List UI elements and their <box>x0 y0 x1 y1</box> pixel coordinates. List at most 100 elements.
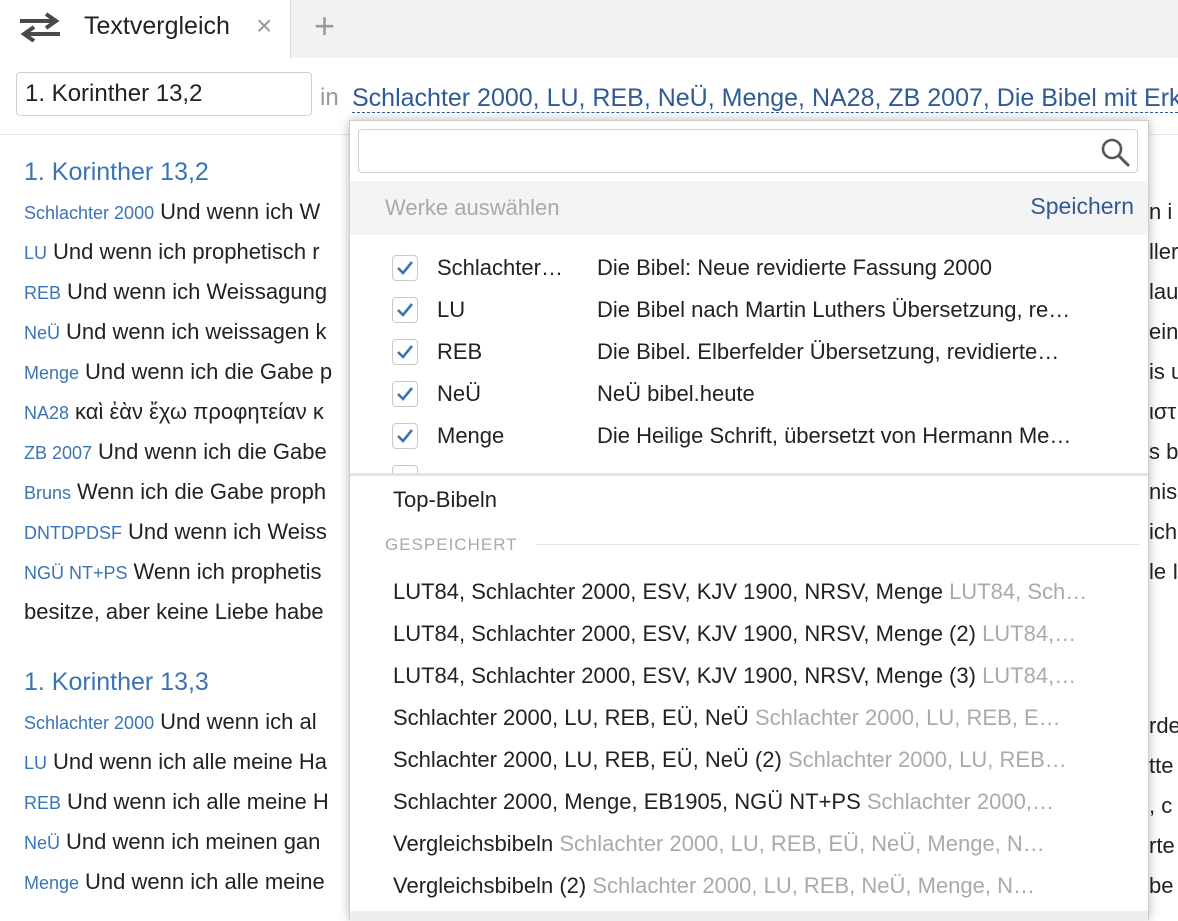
saved-set-detail: Schlachter 2000, LU, REB, E… <box>754 705 1061 730</box>
verse-abbr[interactable]: Menge <box>24 363 79 383</box>
check-icon <box>397 345 414 359</box>
work-abbr: NeÜ <box>437 381 482 406</box>
saved-set-item[interactable]: Schlachter 2000, LU, REB, EÜ, NeÜ (2) Sc… <box>393 747 1120 789</box>
verse-text: καὶ ἐὰν ἔχω προφητείαν κ <box>75 399 324 424</box>
add-tab-icon[interactable]: + <box>314 8 335 44</box>
verse-abbr[interactable]: Schlachter 2000 <box>24 203 154 223</box>
verse-abbr[interactable]: LU <box>24 243 47 263</box>
verse-abbr[interactable]: DNTDPDSF <box>24 523 122 543</box>
selected-works-list: Schlachter… Die Bibel: Neue revidierte F… <box>350 235 1148 476</box>
saved-set-detail: Schlachter 2000, LU, REB, NeÜ, Menge, N… <box>592 873 1036 898</box>
select-works-title: Werke auswählen <box>385 195 560 220</box>
saved-set-detail: Schlachter 2000, LU, REB… <box>787 747 1067 772</box>
fragment: rde <box>1149 713 1178 738</box>
work-row[interactable]: REB Die Bibel. Elberfelder Übersetzung, … <box>350 331 1148 373</box>
work-row[interactable]: LU Die Bibel nach Martin Luthers Überset… <box>350 289 1148 331</box>
verse-abbr[interactable]: REB <box>24 793 61 813</box>
fragment: , c <box>1149 793 1173 818</box>
fragment: ller <box>1149 239 1178 264</box>
saved-set-item[interactable]: Vergleichsbibeln (2) Schlachter 2000, LU… <box>393 873 1120 915</box>
saved-set-name: Vergleichsbibeln (2) <box>393 873 587 898</box>
saved-set-name: Vergleichsbibeln <box>393 831 554 856</box>
check-icon <box>397 303 414 317</box>
saved-set-detail: Schlachter 2000, LU, REB, EÜ, NeÜ, Menge… <box>559 831 1045 856</box>
check-icon <box>397 387 414 401</box>
verse-abbr[interactable]: NA28 <box>24 403 69 423</box>
work-abbr: REB <box>437 339 483 364</box>
verse-text: Wenn ich prophetis <box>133 559 322 584</box>
saved-set-item[interactable]: LUT84, Schlachter 2000, ESV, KJV 1900, N… <box>393 579 1120 621</box>
checkbox-checked[interactable] <box>392 297 418 323</box>
tab-textvergleich[interactable]: Textvergleich × <box>0 0 291 58</box>
works-selector-link[interactable]: Schlachter 2000, LU, REB, NeÜ, Menge, NA… <box>352 84 1178 113</box>
verse-abbr[interactable]: NGÜ NT+PS <box>24 563 128 583</box>
saved-set-detail: Schlachter 2000,… <box>866 789 1054 814</box>
verse-text: Und wenn ich Weissagung <box>67 279 328 304</box>
checkbox-checked[interactable] <box>392 255 418 281</box>
work-row[interactable]: NeÜ NeÜ bibel.heute <box>350 373 1148 415</box>
work-row[interactable]: Schlachter… Die Bibel: Neue revidierte F… <box>350 247 1148 289</box>
fragment: tte <box>1149 753 1174 778</box>
fragment: n i <box>1149 199 1173 224</box>
saved-set-detail: LUT84,… <box>982 621 1077 646</box>
fragment: niss <box>1149 479 1178 504</box>
select-works-header: Werke auswählen Speichern <box>350 181 1148 235</box>
saved-set-name: Schlachter 2000, Menge, EB1905, NGÜ NT+P… <box>393 789 861 814</box>
verse-text: Und wenn ich die Gabe p <box>85 359 333 384</box>
verse-abbr[interactable]: Schlachter 2000 <box>24 713 154 733</box>
verse-abbr[interactable]: REB <box>24 283 61 303</box>
work-abbr: Menge <box>437 423 505 448</box>
reference-input[interactable] <box>16 72 312 116</box>
work-abbr: Schlachter… <box>437 255 563 280</box>
close-tab-icon[interactable]: × <box>256 12 272 40</box>
work-name: Die Bibel: Neue revidierte Fassung 2000 <box>597 255 993 280</box>
saved-set-item[interactable]: LUT84, Schlachter 2000, ESV, KJV 1900, N… <box>393 663 1120 705</box>
top-bibles-item[interactable]: Top-Bibeln <box>393 487 497 513</box>
verse-abbr[interactable]: LU <box>24 753 47 773</box>
verse-text: Und wenn ich meinen gan <box>66 829 321 854</box>
divider <box>536 544 1140 545</box>
saved-set-item[interactable]: Schlachter 2000, LU, REB, EÜ, NeÜ Schlac… <box>393 705 1120 747</box>
verse-text: Und wenn ich alle meine <box>85 869 325 894</box>
saved-section-label: GESPEICHERT <box>385 535 518 554</box>
work-name: Die Bibel nach Martin Luthers Übersetzun… <box>597 297 1071 322</box>
check-icon <box>397 261 414 275</box>
fragment: ein <box>1149 319 1178 344</box>
verse-abbr[interactable]: NeÜ <box>24 323 60 343</box>
verse-text: Wenn ich die Gabe proph <box>77 479 327 504</box>
swap-arrows-icon <box>20 12 60 42</box>
fragment: be <box>1149 873 1174 898</box>
fragment: rte <box>1149 833 1175 858</box>
saved-set-name: Schlachter 2000, LU, REB, EÜ, NeÜ <box>393 705 749 730</box>
work-name: Die Heilige Schrift, übersetzt von Herma… <box>597 423 1072 448</box>
saved-set-item[interactable]: Schlachter 2000, Menge, EB1905, NGÜ NT+P… <box>393 789 1120 831</box>
fragment: is u <box>1149 359 1178 384</box>
verse-abbr[interactable]: Bruns <box>24 483 71 503</box>
work-row[interactable]: Menge Die Heilige Schrift, übersetzt von… <box>350 415 1148 457</box>
verse-abbr[interactable]: ZB 2007 <box>24 443 92 463</box>
verse-text: Und wenn ich W <box>160 199 321 224</box>
saved-set-item[interactable]: Vergleichsbibeln Schlachter 2000, LU, RE… <box>393 831 1120 873</box>
saved-set-name: LUT84, Schlachter 2000, ESV, KJV 1900, N… <box>393 663 976 688</box>
saved-set-name: LUT84, Schlachter 2000, ESV, KJV 1900, N… <box>393 621 976 646</box>
verse-abbr[interactable]: NeÜ <box>24 833 60 853</box>
saved-set-item[interactable]: LUT84, Schlachter 2000, ESV, KJV 1900, N… <box>393 621 1120 663</box>
work-row-partial[interactable] <box>350 457 1148 473</box>
verse-abbr[interactable]: Menge <box>24 873 79 893</box>
search-icon[interactable] <box>1100 137 1130 167</box>
save-button[interactable]: Speichern <box>1030 193 1134 220</box>
verse-text: Und wenn ich alle meine H <box>67 789 329 814</box>
in-label: in <box>320 84 339 111</box>
checkbox[interactable] <box>392 465 418 473</box>
verse-text: Und wenn ich prophetisch r <box>53 239 320 264</box>
works-search-input[interactable] <box>358 129 1138 173</box>
checkbox-checked[interactable] <box>392 423 418 449</box>
checkbox-checked[interactable] <box>392 381 418 407</box>
work-name: NeÜ bibel.heute <box>597 381 755 406</box>
fragment: s be <box>1149 439 1178 464</box>
works-selector-popup: Werke auswählen Speichern Schlachter… Di… <box>349 120 1149 921</box>
fragment: ιστ <box>1149 399 1177 424</box>
check-icon <box>397 429 414 443</box>
fragment: le I <box>1149 559 1178 584</box>
checkbox-checked[interactable] <box>392 339 418 365</box>
